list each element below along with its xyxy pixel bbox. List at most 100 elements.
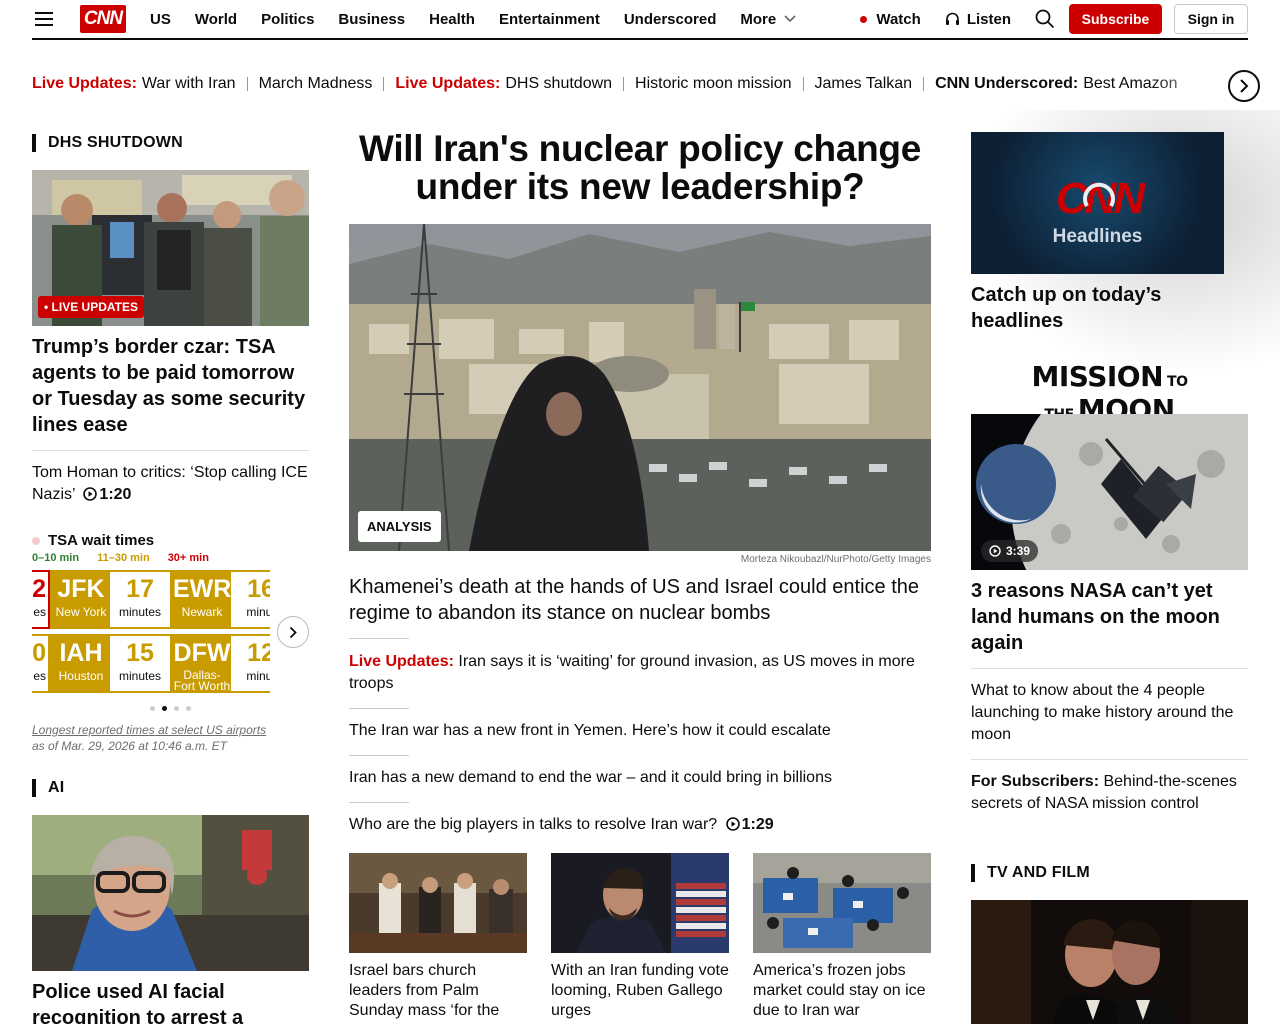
moon-story-1[interactable]: What to know about the 4 people launchin… bbox=[971, 680, 1248, 746]
ticker-item[interactable]: March Madness bbox=[259, 75, 373, 93]
mission-word: MISSION bbox=[1031, 360, 1164, 393]
center-story-3[interactable]: Iran has a new demand to end the war – a… bbox=[349, 767, 931, 789]
center-story-2[interactable]: The Iran war has a new front in Yemen. H… bbox=[349, 720, 931, 742]
play-icon bbox=[989, 545, 1001, 557]
ai-story-image[interactable] bbox=[32, 815, 309, 971]
nav-business[interactable]: Business bbox=[338, 11, 405, 28]
sign-in-button[interactable]: Sign in bbox=[1174, 4, 1248, 34]
dhs-headline[interactable]: Trump’s border czar: TSA agents to be pa… bbox=[32, 334, 309, 438]
carousel-dot[interactable] bbox=[174, 706, 179, 711]
divider bbox=[971, 668, 1248, 669]
carousel-dot[interactable] bbox=[150, 706, 155, 711]
tsa-unit: es bbox=[33, 669, 46, 683]
moon-story-2[interactable]: For Subscribers: Behind-the-scenes secre… bbox=[971, 771, 1248, 815]
divider bbox=[971, 759, 1248, 760]
listen-link[interactable]: Listen bbox=[945, 11, 1011, 28]
nav-underscored[interactable]: Underscored bbox=[624, 11, 717, 28]
airport-code: DFW bbox=[173, 639, 231, 667]
cnn-headlines-video[interactable]: CNN Headlines bbox=[971, 132, 1224, 274]
tv-film-image[interactable] bbox=[971, 900, 1248, 1024]
tsa-unit: es bbox=[33, 605, 46, 619]
moon-video-thumb[interactable]: 3:39 bbox=[971, 414, 1248, 570]
tsa-agents-image[interactable]: • LIVE UPDATES bbox=[32, 170, 309, 326]
ticker-item[interactable]: CNN Underscored: Best Amazon bbox=[935, 75, 1177, 93]
video-duration-badge: 3:39 bbox=[981, 540, 1039, 562]
divider bbox=[349, 755, 409, 756]
headlines-caption[interactable]: Catch up on today’s headlines bbox=[971, 282, 1248, 334]
tsa-note-link[interactable]: Longest reported times at select US airp… bbox=[32, 723, 266, 737]
main-nav: US World Politics Business Health Entert… bbox=[150, 0, 796, 38]
nav-more-label: More bbox=[740, 10, 777, 28]
subscribe-button[interactable]: Subscribe bbox=[1069, 4, 1162, 34]
ai-headline[interactable]: Police used AI facial recognition to arr… bbox=[32, 979, 309, 1024]
chevron-right-icon bbox=[1240, 79, 1249, 93]
ticker-text: March Madness bbox=[258, 75, 373, 92]
nav-politics[interactable]: Politics bbox=[261, 11, 314, 28]
analysis-badge: ANALYSIS bbox=[358, 511, 441, 542]
tsa-card-partial[interactable]: 0 es bbox=[32, 634, 50, 693]
lead-headline[interactable]: Will Iran's nuclear policy change under … bbox=[349, 130, 931, 206]
nav-us[interactable]: US bbox=[150, 11, 171, 28]
tsa-widget-title: TSA wait times bbox=[32, 532, 154, 549]
tsa-unit: minut bbox=[246, 605, 270, 619]
story-text: Tom Homan to critics: ‘Stop calling ICE … bbox=[32, 464, 308, 503]
video-duration: 3:39 bbox=[1006, 544, 1031, 558]
ticker-next-button[interactable] bbox=[1228, 70, 1260, 102]
thumb-caption-1[interactable]: Israel bars church leaders from Palm Sun… bbox=[349, 961, 527, 1021]
section-bar bbox=[32, 779, 36, 797]
center-story-4[interactable]: Who are the big players in talks to reso… bbox=[349, 814, 931, 836]
tsa-note: Longest reported times at select US airp… bbox=[32, 722, 266, 754]
tsa-card-iah[interactable]: IAH Houston 15 minutes bbox=[50, 634, 172, 693]
nav-more-button[interactable]: More bbox=[740, 11, 796, 28]
carousel-dots bbox=[150, 706, 198, 711]
thumb-caption-3[interactable]: America’s frozen jobs market could stay … bbox=[753, 961, 931, 1021]
search-icon[interactable] bbox=[1035, 9, 1055, 29]
menu-icon[interactable] bbox=[35, 12, 53, 26]
story-text: Who are the big players in talks to reso… bbox=[349, 816, 718, 833]
ticker-divider bbox=[623, 77, 625, 91]
ice-story-link[interactable]: Tom Homan to critics: ‘Stop calling ICE … bbox=[32, 462, 309, 506]
ticker-item[interactable]: Live Updates: War with Iran bbox=[32, 75, 236, 93]
watch-link[interactable]: Watch bbox=[860, 11, 921, 28]
section-title-dhs[interactable]: DHS SHUTDOWN bbox=[32, 134, 183, 152]
tsa-minutes: 16 bbox=[247, 575, 270, 603]
tsa-minutes: 12 bbox=[247, 639, 270, 667]
airport-code: EWR bbox=[173, 575, 232, 603]
lead-image[interactable] bbox=[349, 224, 931, 551]
tsa-card-dfw[interactable]: DFW Dallas-Fort Worth 12 minut bbox=[171, 634, 270, 693]
center-story-1[interactable]: Live Updates: Iran says it is ‘waiting’ … bbox=[349, 651, 931, 695]
lead-subhead[interactable]: Khamenei’s death at the hands of US and … bbox=[349, 574, 931, 626]
nav-health[interactable]: Health bbox=[429, 11, 475, 28]
tsa-timestamp: as of Mar. 29, 2026 at 10:46 a.m. ET bbox=[32, 739, 227, 753]
tsa-card-partial[interactable]: 2 es bbox=[32, 570, 50, 629]
live-updates-label: Live Updates: bbox=[349, 653, 454, 670]
ticker-item[interactable]: James Talkan bbox=[815, 75, 913, 93]
section-title-tv-film[interactable]: TV AND FILM bbox=[971, 864, 1090, 882]
carousel-dot[interactable] bbox=[186, 706, 191, 711]
tsa-dot-icon bbox=[32, 536, 40, 545]
job-fair-photo bbox=[753, 853, 931, 953]
section-title-ai[interactable]: AI bbox=[32, 779, 64, 797]
airport-code: JFK bbox=[57, 575, 105, 603]
tsa-minutes: 2 bbox=[32, 575, 46, 603]
cnn-logo[interactable]: CNN bbox=[80, 5, 126, 33]
moon-headline[interactable]: 3 reasons NASA can’t yet land humans on … bbox=[971, 578, 1248, 656]
church-thumb[interactable] bbox=[349, 853, 527, 953]
ticker-item[interactable]: Live Updates: DHS shutdown bbox=[395, 75, 612, 93]
chevron-down-icon bbox=[784, 15, 796, 23]
airport-city: Dallas-Fort Worth bbox=[173, 668, 231, 693]
nav-world[interactable]: World bbox=[195, 11, 237, 28]
listen-label: Listen bbox=[966, 10, 1011, 28]
ticker-item[interactable]: Historic moon mission bbox=[635, 75, 791, 93]
carousel-dot-active[interactable] bbox=[162, 706, 167, 711]
photo-credit: Morteza Nikoubazl/NurPhoto/Getty Images bbox=[740, 554, 931, 565]
tsa-card-ewr[interactable]: EWR Newark 16 minut bbox=[171, 570, 270, 629]
subscribers-label: For Subscribers: bbox=[971, 773, 1100, 790]
jobs-thumb[interactable] bbox=[753, 853, 931, 953]
tsa-next-button[interactable] bbox=[277, 616, 309, 648]
thumb-caption-2[interactable]: With an Iran funding vote looming, Ruben… bbox=[551, 961, 729, 1021]
nav-entertainment[interactable]: Entertainment bbox=[499, 11, 600, 28]
film-still-photo bbox=[971, 900, 1248, 1024]
gallego-thumb[interactable] bbox=[551, 853, 729, 953]
tsa-card-jfk[interactable]: JFK New York 17 minutes bbox=[50, 570, 172, 629]
